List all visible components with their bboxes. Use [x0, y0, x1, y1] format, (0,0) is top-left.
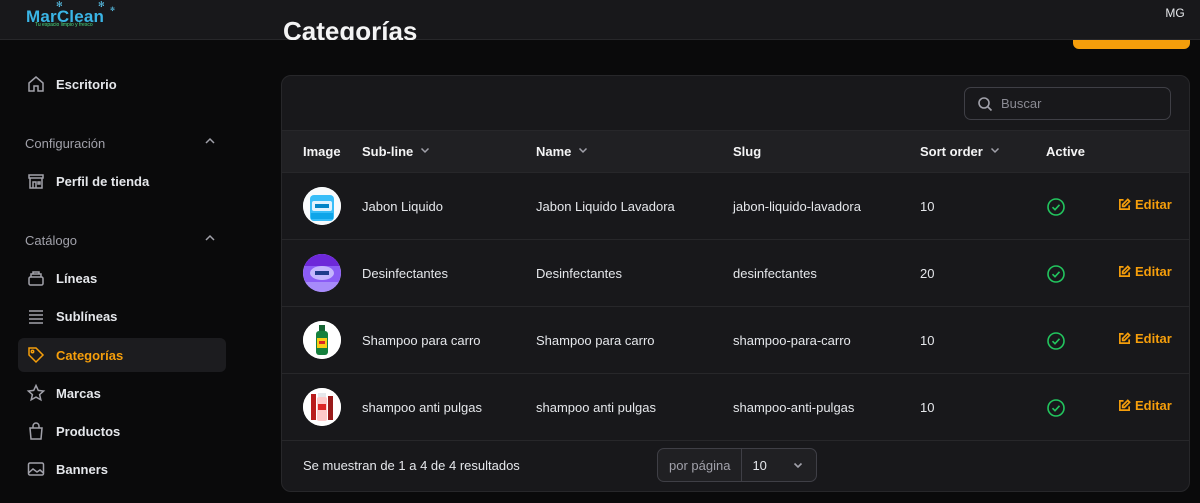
search-box[interactable]: [964, 87, 1171, 120]
logo[interactable]: ✻ ✻ ✻ MarClean Tu espacio limpio y fresc…: [26, 0, 126, 32]
cell-name: shampoo anti pulgas: [536, 400, 656, 415]
layers-icon: [26, 268, 46, 288]
sidebar-item-label: Líneas: [56, 270, 98, 286]
cell-subline: Desinfectantes: [362, 266, 448, 281]
chevron-down-icon: [793, 462, 803, 469]
category-thumbnail: [303, 388, 341, 426]
avatar[interactable]: MG: [1160, 2, 1190, 24]
cell-subline: Shampoo para carro: [362, 333, 481, 348]
sidebar-item-label: Productos: [56, 423, 121, 439]
table-row: Shampoo para carro Shampoo para carro sh…: [282, 307, 1189, 374]
table-row: Desinfectantes Desinfectantes desinfecta…: [282, 240, 1189, 307]
group-configuracion[interactable]: Configuración: [25, 133, 217, 153]
column-active: Active: [1046, 144, 1086, 159]
new-category-button-face[interactable]: [1073, 40, 1190, 49]
sidebar-item-perfil-de-tienda[interactable]: Perfil de tienda: [18, 164, 226, 198]
group-catalogo[interactable]: Catálogo: [25, 230, 217, 250]
column-slug: Slug: [733, 144, 762, 159]
topbar: ✻ ✻ ✻ MarClean Tu espacio limpio y fresc…: [0, 0, 1200, 40]
column-name[interactable]: Name: [536, 144, 589, 159]
sidebar-item-label: Escritorio: [56, 76, 117, 92]
page-title-container: Categorías: [283, 0, 483, 40]
column-subline[interactable]: Sub-line: [362, 144, 431, 159]
shopping-bag-icon: [26, 421, 46, 441]
cell-slug: shampoo-anti-pulgas: [733, 400, 855, 415]
cell-slug: jabon-liquido-lavadora: [733, 199, 861, 214]
column-image: Image: [303, 144, 341, 159]
cell-sort-order: 10: [920, 400, 935, 415]
sidebar-item-categorias[interactable]: Categorías: [18, 338, 226, 372]
logo-tagline: Tu espacio limpio y fresco: [35, 22, 93, 28]
sparkle-icon: ✻: [110, 7, 116, 13]
cell-subline: Jabon Liquido: [362, 199, 443, 214]
edit-button[interactable]: Editar: [1118, 398, 1172, 413]
chevron-up-icon: [203, 231, 217, 250]
per-page-value: 10: [752, 457, 767, 473]
edit-button[interactable]: Editar: [1118, 197, 1172, 212]
edit-button[interactable]: Editar: [1118, 264, 1172, 279]
category-thumbnail: [303, 321, 341, 359]
check-circle-icon: [1046, 331, 1066, 356]
cell-name: Shampoo para carro: [536, 333, 655, 348]
pagination-summary: Se muestran de 1 a 4 de 4 resultados: [303, 458, 520, 473]
new-category-button[interactable]: [1073, 40, 1190, 49]
table-header: Image Sub-line Name Slug Sort order Acti…: [282, 130, 1189, 173]
per-page-label: por página: [658, 449, 743, 481]
sidebar-item-productos[interactable]: Productos: [18, 414, 226, 448]
sidebar-item-banners[interactable]: Banners: [18, 452, 226, 486]
chevron-down-icon: [989, 144, 1001, 159]
search-input[interactable]: [1001, 96, 1161, 111]
check-circle-icon: [1046, 197, 1066, 222]
page-title: Categorías: [283, 16, 418, 40]
sidebar-item-lineas[interactable]: Líneas: [18, 261, 226, 295]
cell-sort-order: 10: [920, 199, 935, 214]
sidebar-item-label: Sublíneas: [56, 308, 118, 324]
image-icon: [26, 459, 46, 479]
sidebar-item-marcas[interactable]: Marcas: [18, 376, 226, 410]
sidebar-item-sublineas[interactable]: Sublíneas: [18, 299, 226, 333]
sidebar-item-label: Banners: [56, 461, 109, 477]
check-circle-icon: [1046, 398, 1066, 423]
cell-sort-order: 10: [920, 333, 935, 348]
home-icon: [26, 74, 46, 94]
sidebar-item-label: Perfil de tienda: [56, 173, 150, 189]
table-row: shampoo anti pulgas shampoo anti pulgas …: [282, 374, 1189, 441]
edit-icon: [1119, 265, 1131, 277]
edit-icon: [1119, 332, 1131, 344]
edit-icon: [1119, 399, 1131, 411]
tag-icon: [26, 345, 46, 365]
categories-table-card: Image Sub-line Name Slug Sort order Acti…: [281, 75, 1190, 492]
per-page-select[interactable]: por página 10: [657, 448, 817, 482]
category-thumbnail: [303, 254, 341, 292]
chevron-down-icon: [419, 144, 431, 159]
category-thumbnail: [303, 187, 341, 225]
cell-name: Desinfectantes: [536, 266, 622, 281]
cell-name: Jabon Liquido Lavadora: [536, 199, 675, 214]
group-label: Configuración: [25, 135, 106, 151]
check-circle-icon: [1046, 264, 1066, 289]
cell-slug: shampoo-para-carro: [733, 333, 851, 348]
cell-sort-order: 20: [920, 266, 935, 281]
sidebar-item-label: Categorías: [56, 347, 124, 363]
store-icon: [26, 171, 46, 191]
edit-icon: [1119, 198, 1131, 210]
sidebar-item-label: Marcas: [56, 385, 101, 401]
chevron-down-icon: [577, 144, 589, 159]
search-icon: [978, 96, 993, 111]
column-sort-order[interactable]: Sort order: [920, 144, 1001, 159]
star-icon: [26, 383, 46, 403]
chevron-up-icon: [203, 134, 217, 153]
group-label: Catálogo: [25, 232, 78, 248]
edit-button[interactable]: Editar: [1118, 331, 1172, 346]
cell-slug: desinfectantes: [733, 266, 817, 281]
sidebar-item-escritorio[interactable]: Escritorio: [18, 67, 226, 101]
list-icon: [26, 306, 46, 326]
cell-subline: shampoo anti pulgas: [362, 400, 482, 415]
table-row: Jabon Liquido Jabon Liquido Lavadora jab…: [282, 173, 1189, 240]
